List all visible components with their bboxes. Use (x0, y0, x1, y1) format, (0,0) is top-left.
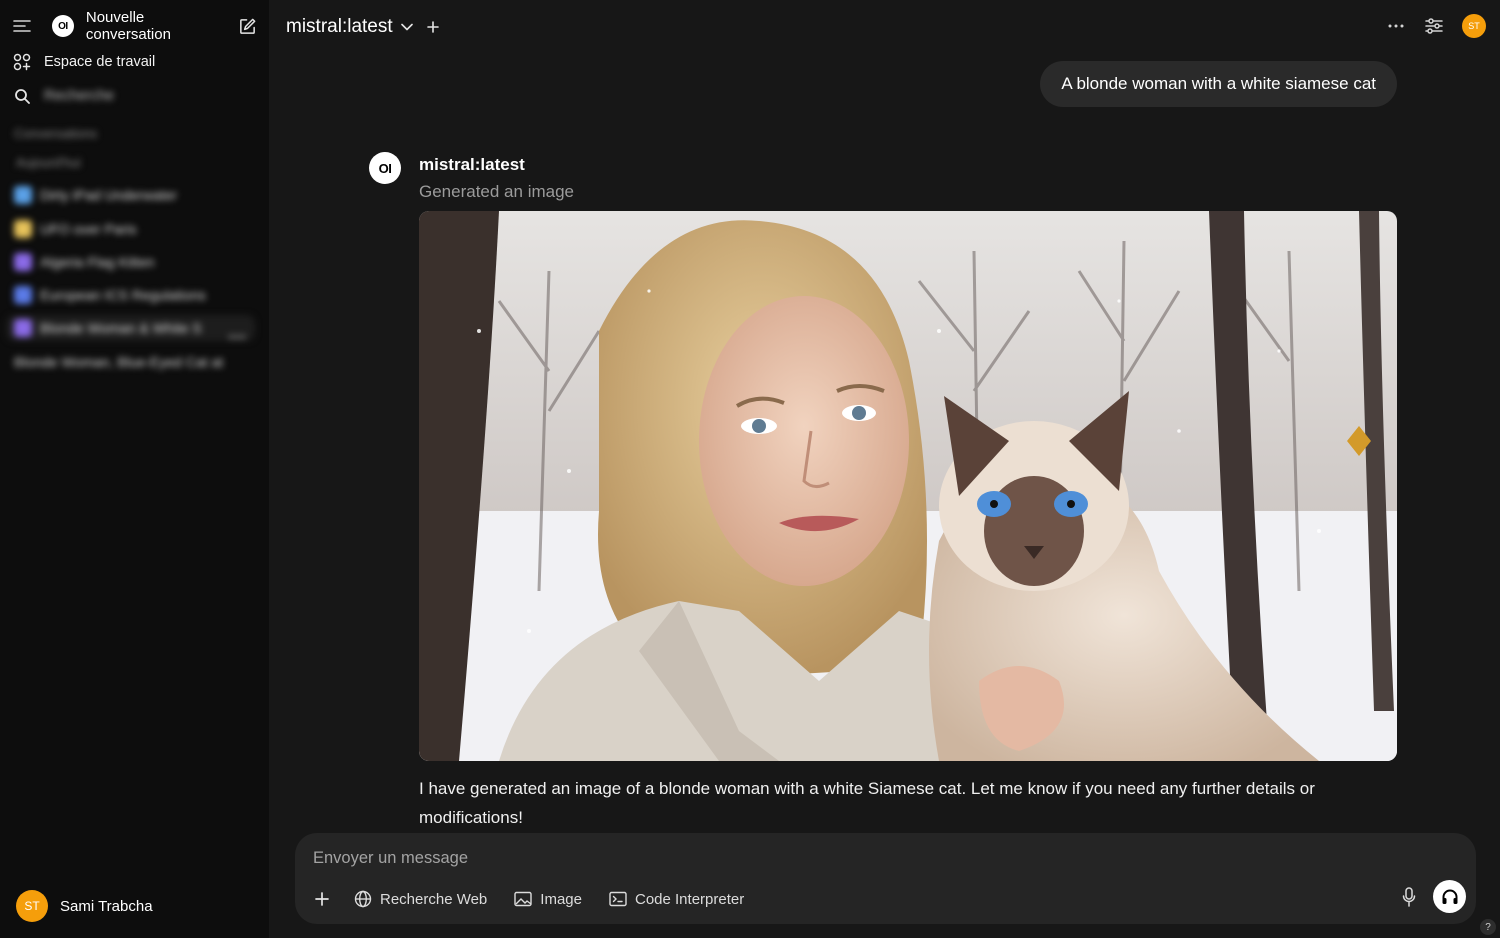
section-today: Aujourd'hui (16, 155, 81, 170)
workspace-icon (12, 52, 32, 72)
conversation-item[interactable]: Blonde Woman, Blue-Eyed Cat at (14, 349, 255, 375)
assistant-model-name: mistral:latest (419, 155, 525, 174)
assistant-avatar: OI (369, 152, 401, 184)
conversation-item-active[interactable]: Blonde Woman & White S (6, 315, 255, 341)
conversation-title: Dirty iPad Underwater (40, 187, 177, 203)
conversation-emoji-icon (14, 186, 32, 204)
search-icon (12, 86, 32, 106)
web-search-button[interactable]: Recherche Web (353, 889, 487, 909)
voice-mode-button[interactable] (1433, 880, 1466, 913)
edit-icon[interactable] (237, 16, 257, 36)
chat-main: mistral:latest ST A blonde woman with a … (269, 0, 1500, 938)
conversation-title: Blonde Woman, Blue-Eyed Cat at (14, 354, 224, 370)
user-menu[interactable]: ST Sami Trabcha (16, 890, 153, 922)
code-interpreter-button[interactable]: Code Interpreter (608, 889, 744, 909)
image-icon (513, 889, 533, 909)
sidebar-item-label: Espace de travail (44, 54, 156, 70)
web-search-label: Recherche Web (380, 890, 488, 908)
conversation-title: European ICS Regulations (40, 287, 206, 303)
new-chat-button[interactable]: Nouvelle conversation (86, 9, 233, 43)
app-window: OI Nouvelle conversation Espace de trava… (0, 0, 1500, 938)
user-name: Sami Trabcha (60, 897, 153, 915)
chevron-down-icon[interactable] (399, 19, 415, 35)
sidebar-item-workspace[interactable]: Espace de travail (12, 48, 257, 76)
avatar: ST (16, 890, 48, 922)
help-button[interactable]: ? (1480, 919, 1496, 935)
generated-image[interactable] (419, 211, 1397, 761)
user-message-bubble: A blonde woman with a white siamese cat (1040, 61, 1397, 107)
more-icon[interactable] (1386, 16, 1406, 36)
image-button[interactable]: Image (513, 889, 582, 909)
conversation-item[interactable]: European ICS Regulations (14, 282, 255, 308)
headphones-icon (1442, 889, 1457, 904)
sidebar-header: OI Nouvelle conversation (12, 9, 257, 43)
controls-sliders-icon[interactable] (1424, 16, 1444, 36)
conversation-title: Algeria Flag Kitten (40, 254, 155, 270)
assistant-response-text: I have generated an image of a blonde wo… (419, 779, 1315, 827)
add-attachment-icon[interactable] (311, 888, 333, 910)
conversation-more-icon[interactable] (229, 326, 245, 339)
assistant-status: Generated an image (419, 182, 574, 201)
image-label: Image (540, 890, 582, 908)
section-conversations[interactable]: Conversations (14, 126, 97, 141)
code-interpreter-label: Code Interpreter (634, 890, 745, 908)
add-model-icon[interactable] (425, 19, 441, 35)
conversation-item[interactable]: UFO over Paris (14, 216, 255, 242)
model-selector[interactable]: mistral:latest (286, 16, 393, 38)
conversation-title: UFO over Paris (40, 221, 137, 237)
message-input[interactable]: Envoyer un message (313, 849, 468, 868)
sidebar-item-label: Recherche (44, 88, 115, 104)
conversation-title: Blonde Woman & White S (40, 320, 202, 336)
conversation-item[interactable]: Algeria Flag Kitten (14, 249, 255, 275)
composer-tools: Recherche Web Image Code Interpreter (311, 888, 770, 910)
conversation-emoji-icon (14, 286, 32, 304)
sidebar-toggle-icon[interactable] (12, 16, 32, 36)
globe-icon (353, 889, 373, 909)
conversation-item[interactable]: Dirty iPad Underwater (14, 182, 255, 208)
conversation-emoji-icon (14, 220, 32, 238)
conversation-emoji-icon (14, 253, 32, 271)
app-logo: OI (51, 15, 74, 37)
sidebar-item-search[interactable]: Recherche (12, 82, 257, 110)
top-bar: mistral:latest ST (269, 0, 1500, 54)
message-composer: Envoyer un message Recherche Web Image C… (295, 833, 1476, 924)
microphone-icon[interactable] (1398, 886, 1420, 908)
avatar[interactable]: ST (1462, 14, 1486, 38)
sidebar: OI Nouvelle conversation Espace de trava… (0, 0, 269, 938)
conversation-emoji-icon (14, 319, 32, 337)
terminal-icon (608, 889, 628, 909)
top-actions: ST (1386, 14, 1486, 38)
